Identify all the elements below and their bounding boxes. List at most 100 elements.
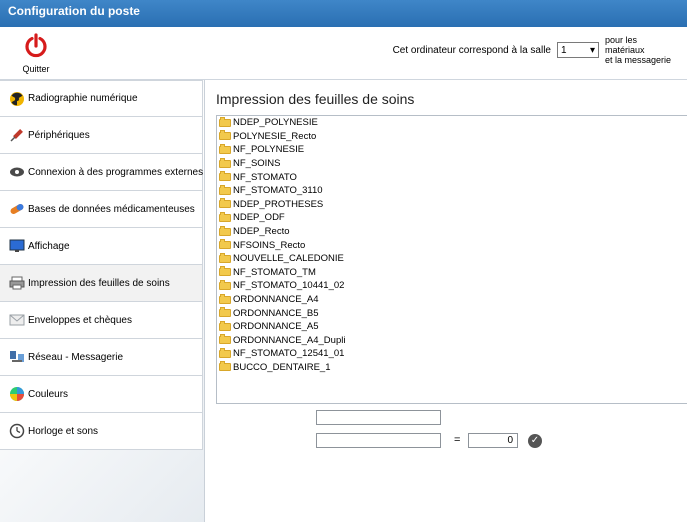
room-selector: Cet ordinateur correspond à la salle 1 ▾… bbox=[393, 35, 679, 65]
list-item-label: NDEP_Recto bbox=[233, 226, 290, 238]
folder-icon bbox=[219, 225, 231, 236]
list-item[interactable]: NDEP_POLYNESIE bbox=[217, 116, 687, 130]
list-item[interactable]: NDEP_Recto bbox=[217, 225, 687, 239]
sidebar-item-label: Enveloppes et chèques bbox=[28, 314, 132, 326]
folder-icon bbox=[219, 361, 231, 372]
list-item-label: NDEP_POLYNESIE bbox=[233, 117, 318, 129]
list-item-label: NF_STOMATO_10441_02 bbox=[233, 280, 345, 292]
folder-icon bbox=[219, 266, 231, 277]
sidebar-item-reseau[interactable]: Réseau - Messagerie bbox=[0, 339, 203, 376]
sidebar-item-connexion[interactable]: Connexion à des programmes externes bbox=[0, 154, 203, 191]
sidebar-item-horloge[interactable]: Horloge et sons bbox=[0, 413, 203, 450]
folder-icon bbox=[219, 307, 231, 318]
room-after-line1: pour les matériaux bbox=[605, 35, 645, 55]
folder-icon bbox=[219, 171, 231, 182]
color-wheel-icon bbox=[10, 387, 24, 401]
list-item[interactable]: NDEP_ODF bbox=[217, 211, 687, 225]
folder-icon bbox=[219, 198, 231, 209]
folder-icon bbox=[219, 279, 231, 290]
network-icon bbox=[10, 351, 24, 362]
syringe-icon bbox=[10, 129, 23, 142]
folder-icon bbox=[219, 252, 231, 263]
list-item[interactable]: NF_STOMATO_3110 bbox=[217, 184, 687, 198]
clock-icon bbox=[9, 423, 25, 439]
list-item[interactable]: NDEP_PROTHESES bbox=[217, 198, 687, 212]
list-item[interactable]: ORDONNANCE_A5 bbox=[217, 320, 687, 334]
list-item-label: ORDONNANCE_A4_Dupli bbox=[233, 334, 346, 346]
list-item-label: NFSOINS_Recto bbox=[233, 239, 306, 251]
folder-icon bbox=[219, 143, 231, 154]
sidebar-item-enveloppes[interactable]: Enveloppes et chèques bbox=[0, 302, 203, 339]
list-item[interactable]: NF_SOINS bbox=[217, 157, 687, 171]
list-item-label: NF_POLYNESIE bbox=[233, 144, 305, 156]
room-label: Cet ordinateur correspond à la salle bbox=[392, 44, 551, 56]
sidebar-item-bases-medicaments[interactable]: Bases de données médicamenteuses bbox=[0, 191, 203, 228]
list-item[interactable]: NF_STOMATO_TM bbox=[217, 266, 687, 280]
room-dropdown[interactable]: 1 ▾ bbox=[557, 42, 599, 58]
name-input[interactable] bbox=[316, 410, 441, 425]
sidebar-item-affichage[interactable]: Affichage bbox=[0, 228, 203, 265]
list-item[interactable]: NF_POLYNESIE bbox=[217, 143, 687, 157]
list-item[interactable]: ORDONNANCE_A4_Dupli bbox=[217, 334, 687, 348]
printer-icon bbox=[9, 276, 25, 290]
content-panel: Impression des feuilles de soins NDEP_PO… bbox=[206, 80, 687, 522]
list-item[interactable]: ORDONNANCE_A4 bbox=[217, 293, 687, 307]
value-input[interactable] bbox=[316, 433, 441, 448]
sidebar-item-couleurs[interactable]: Couleurs bbox=[0, 376, 203, 413]
list-item[interactable]: BUCCO_DENTAIRE_1 bbox=[217, 361, 687, 375]
app-window: Configuration du poste Quitter Cet ordin… bbox=[0, 0, 687, 522]
list-item-label: NOUVELLE_CALEDONIE bbox=[233, 253, 344, 265]
sidebar-item-impression[interactable]: Impression des feuilles de soins bbox=[0, 265, 203, 302]
equals-sign: = bbox=[454, 434, 461, 446]
list-item[interactable]: NF_STOMATO_10441_02 bbox=[217, 279, 687, 293]
list-item[interactable]: NFSOINS_Recto bbox=[217, 238, 687, 252]
folder-icon bbox=[219, 211, 231, 222]
sidebar-item-label: Affichage bbox=[28, 240, 70, 252]
list-item-label: NF_STOMATO_TM bbox=[233, 266, 316, 278]
list-item-label: NF_STOMATO_3110 bbox=[233, 185, 323, 197]
sidebar-item-label: Bases de données médicamenteuses bbox=[28, 203, 195, 215]
list-item-label: NDEP_PROTHESES bbox=[233, 198, 324, 210]
check-icon[interactable]: ✓ bbox=[528, 434, 542, 448]
radiation-icon bbox=[10, 91, 24, 106]
list-item[interactable]: NF_STOMATO bbox=[217, 170, 687, 184]
eye-connector-icon bbox=[10, 167, 24, 177]
sidebar-item-peripheriques[interactable]: Périphériques bbox=[0, 117, 203, 154]
list-item-label: ORDONNANCE_B5 bbox=[233, 307, 319, 319]
room-after-text: pour les matériaux et la messagerie bbox=[605, 35, 679, 65]
folder-icon bbox=[219, 157, 231, 168]
list-item-label: NF_STOMATO_12541_01 bbox=[233, 348, 345, 360]
sidebar-item-label: Périphériques bbox=[28, 129, 90, 141]
list-item-label: NF_SOINS bbox=[233, 158, 281, 170]
list-item-label: NF_STOMATO bbox=[233, 171, 297, 183]
folder-icon bbox=[219, 334, 231, 345]
sidebar-item-label: Réseau - Messagerie bbox=[28, 351, 124, 363]
folder-icon bbox=[219, 293, 231, 304]
sidebar-item-label: Radiographie numérique bbox=[28, 93, 138, 104]
page-title: Impression des feuilles de soins bbox=[216, 91, 415, 107]
list-item[interactable]: POLYNESIE_Recto bbox=[217, 130, 687, 144]
list-item[interactable]: NOUVELLE_CALEDONIE bbox=[217, 252, 687, 266]
list-item[interactable]: NF_STOMATO_12541_01 bbox=[217, 347, 687, 361]
quit-label: Quitter bbox=[22, 64, 50, 74]
settings-sidebar: Radiographie numérique Périphériques Con… bbox=[0, 80, 205, 522]
folder-icon bbox=[219, 320, 231, 331]
file-list[interactable]: NDEP_POLYNESIE POLYNESIE_Recto NF_POLYNE… bbox=[216, 115, 687, 404]
chevron-down-icon: ▾ bbox=[589, 44, 595, 56]
room-value: 1 bbox=[561, 44, 567, 56]
list-item[interactable]: ORDONNANCE_B5 bbox=[217, 306, 687, 320]
pill-icon bbox=[10, 204, 24, 214]
sidebar-item-radiographie[interactable]: Radiographie numérique bbox=[0, 80, 203, 117]
title-bar: Configuration du poste bbox=[0, 0, 687, 27]
sidebar-item-label: Horloge et sons bbox=[28, 425, 99, 437]
sidebar-item-label: Impression des feuilles de soins bbox=[28, 277, 170, 289]
envelope-icon bbox=[9, 314, 25, 326]
list-item-label: ORDONNANCE_A4 bbox=[233, 294, 319, 306]
number-field[interactable]: 0 bbox=[468, 433, 518, 448]
quit-button[interactable]: Quitter bbox=[16, 33, 56, 74]
list-item-label: NDEP_ODF bbox=[233, 212, 285, 224]
folder-icon bbox=[219, 184, 231, 195]
sidebar-item-label: Connexion à des programmes externes bbox=[28, 166, 204, 178]
folder-icon bbox=[219, 239, 231, 250]
power-icon bbox=[25, 33, 47, 58]
